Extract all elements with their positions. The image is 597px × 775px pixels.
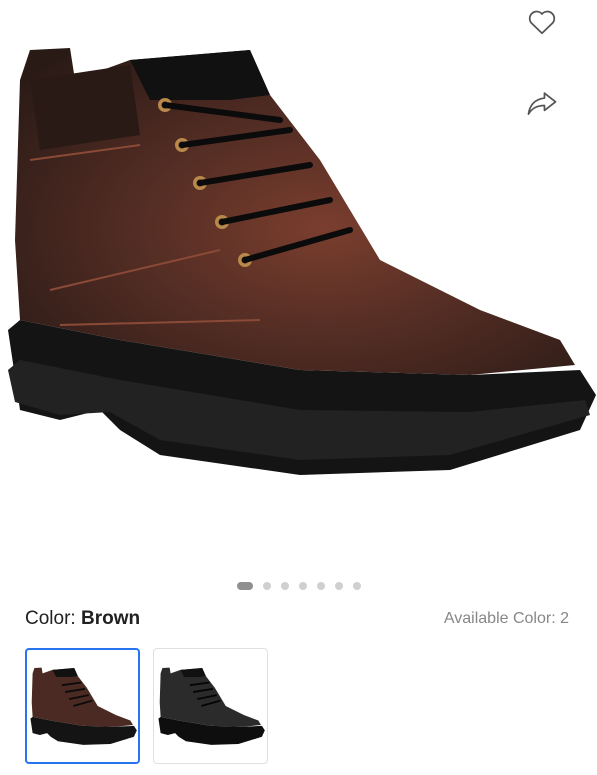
selected-color-name: Brown xyxy=(80,608,141,629)
color-label: Color: Brown xyxy=(25,608,140,630)
share-button[interactable] xyxy=(522,83,562,123)
available-colors-count: Available Color: 2 xyxy=(443,610,569,627)
color-swatches xyxy=(25,648,268,764)
carousel-dot[interactable] xyxy=(298,582,307,590)
color-swatch-black[interactable] xyxy=(153,648,268,764)
carousel-dot[interactable] xyxy=(334,582,343,590)
color-label-prefix: Color: xyxy=(25,608,81,629)
carousel-indicator xyxy=(0,582,597,590)
color-selector-header: Color: Brown Available Color: 2 xyxy=(25,605,569,633)
carousel-dot[interactable] xyxy=(262,582,271,590)
carousel-dot[interactable] xyxy=(236,582,253,590)
carousel-dot[interactable] xyxy=(352,582,361,590)
heart-outline-icon xyxy=(528,10,556,35)
swatch-boot-image-black xyxy=(157,667,265,745)
color-swatch-brown[interactable] xyxy=(25,648,140,764)
carousel-dot[interactable] xyxy=(316,582,325,590)
swatch-boot-image-brown xyxy=(29,667,137,745)
wishlist-button[interactable] xyxy=(522,2,562,42)
product-image-boot xyxy=(8,48,596,475)
carousel-dot[interactable] xyxy=(280,582,289,590)
share-arrow-icon xyxy=(527,92,557,115)
product-image-carousel[interactable] xyxy=(0,0,597,570)
